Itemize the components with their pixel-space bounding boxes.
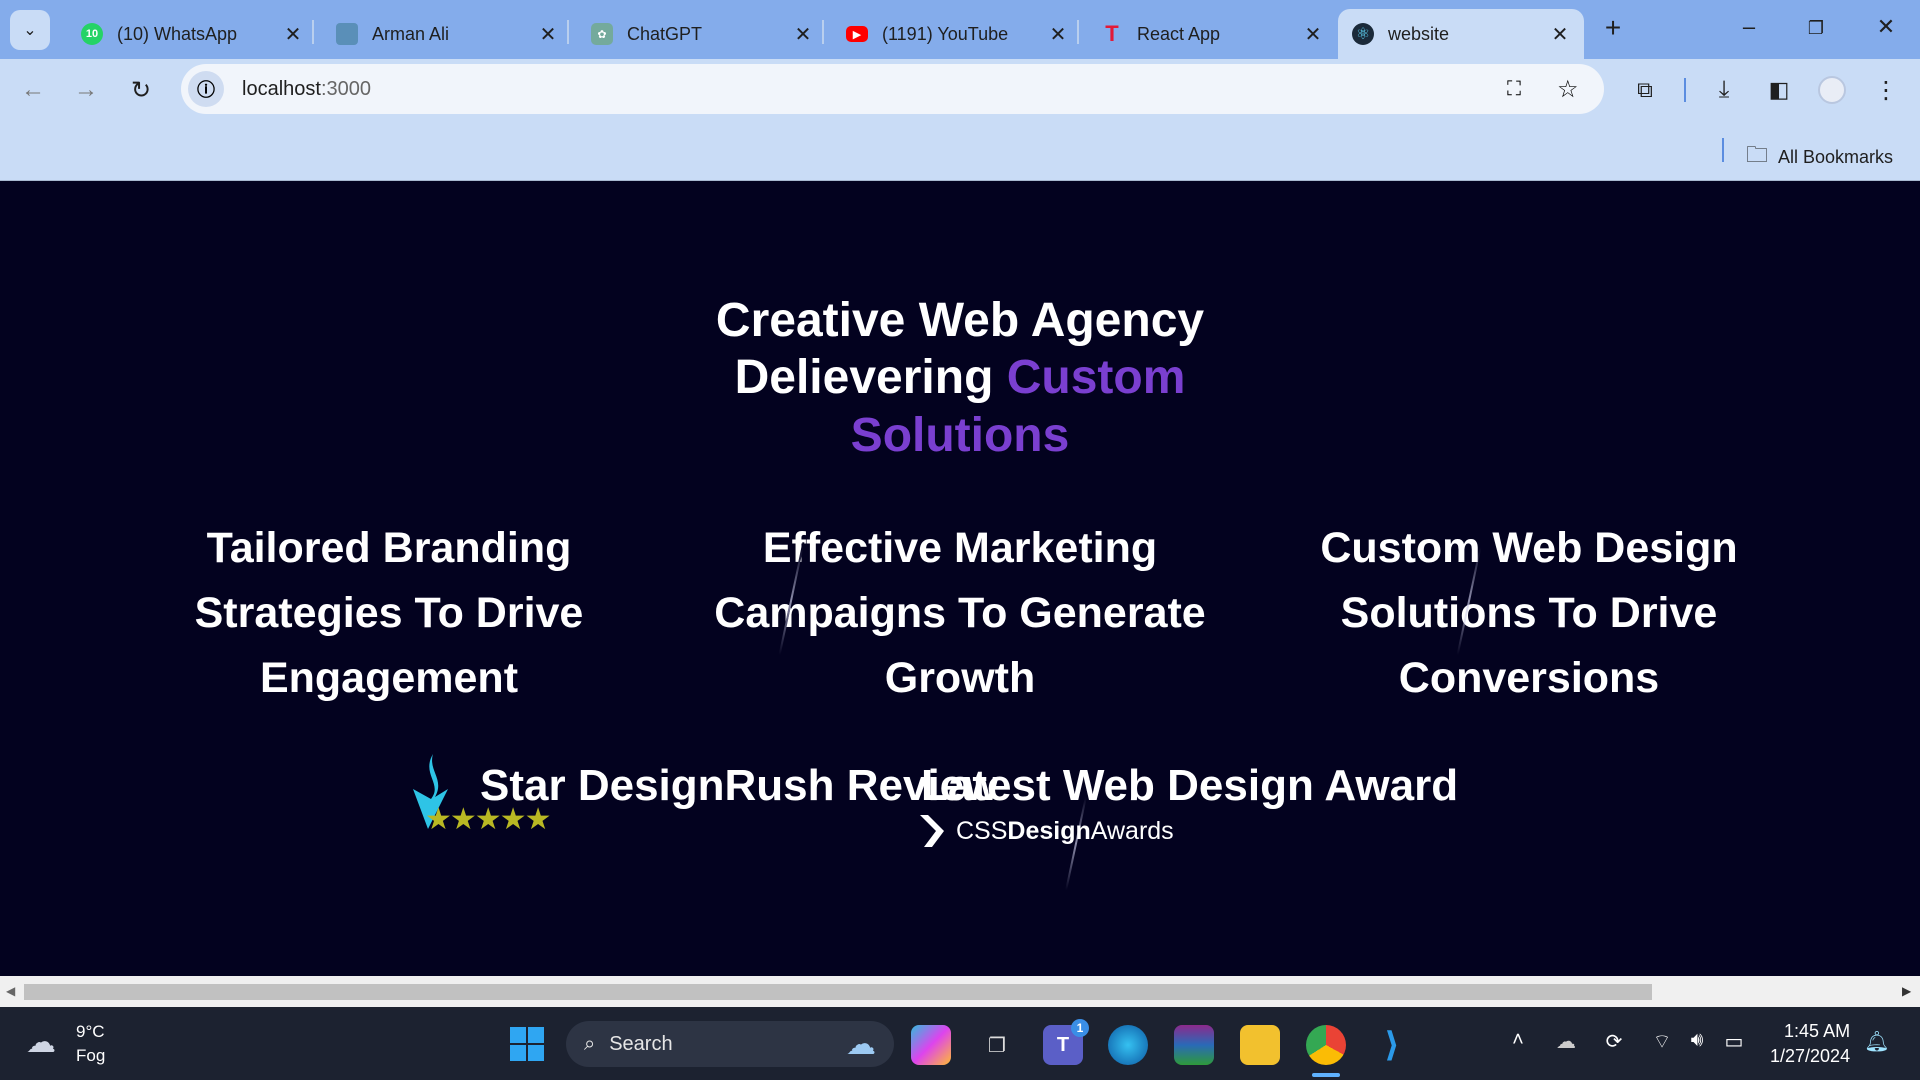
tab-chatgpt[interactable]: ✿ ChatGPT ✕ (577, 9, 827, 59)
close-tab-icon[interactable]: ✕ (283, 22, 303, 47)
close-window-button[interactable]: ✕ (1871, 14, 1901, 40)
teams-icon[interactable]: T1 (1043, 1019, 1089, 1065)
task-view-icon[interactable]: ❐ (977, 1025, 1017, 1065)
onedrive-error-icon[interactable]: ☁ (1551, 1029, 1581, 1054)
file-explorer-icon[interactable] (1240, 1025, 1280, 1065)
chrome-icon[interactable] (1306, 1025, 1346, 1065)
sync-icon[interactable]: ⟳ (1599, 1029, 1629, 1054)
cloud-icon: ☁ (846, 1027, 876, 1061)
tesla-icon: T (1105, 21, 1119, 46)
address-bar[interactable]: ⓘ localhost:3000 ⛶ ☆ (181, 64, 1604, 114)
webpage: Creative Web Agency Delievering Custom S… (0, 181, 1920, 976)
taskbar: ☁ 9°C Fog ⌕ Search ☁ ❐ T1 ⟩ ˄ ☁ ⟳ ⌔ 🔊︎ ▭ 1:… (0, 1007, 1920, 1080)
profile-avatar[interactable] (1815, 73, 1849, 107)
hero-title-line2: Delievering Custom (734, 351, 1186, 404)
close-tab-icon[interactable]: ✕ (1303, 22, 1323, 47)
close-tab-icon[interactable]: ✕ (538, 22, 558, 47)
bookmarks-bar: 🗀 All Bookmarks (0, 122, 1920, 181)
browser-toolbar: ← → ↻ ⓘ localhost:3000 ⛶ ☆ ⧉ ⤓ ◧ ⋮ (0, 59, 1920, 122)
chevron-down-icon: ⌄ (23, 22, 37, 39)
tab-arman-ali[interactable]: Arman Ali ✕ (322, 9, 572, 59)
weather-widget[interactable]: 9°C Fog (76, 1020, 105, 1068)
taskbar-search[interactable]: ⌕ Search ☁ (566, 1021, 894, 1067)
toolbar-divider (1684, 78, 1686, 102)
weather-fog-icon[interactable]: ☁ (26, 1025, 56, 1060)
forward-button[interactable]: → (69, 73, 103, 107)
scroll-left-arrow[interactable]: ◀ (6, 984, 15, 998)
react-icon: ⚛ (1352, 23, 1374, 45)
css-award-text: Latest Web Design Award (921, 761, 1459, 810)
active-app-indicator (1312, 1073, 1340, 1077)
battery-icon[interactable]: ▭ (1719, 1029, 1749, 1054)
scrollbar-thumb[interactable] (24, 984, 1652, 1000)
translate-icon[interactable]: ⛶ (1507, 78, 1521, 101)
menu-icon[interactable]: ⋮ (1869, 73, 1903, 107)
extensions-icon[interactable]: ⧉ (1628, 73, 1662, 107)
volume-icon[interactable]: 🔊︎ (1682, 1029, 1712, 1052)
service-branding: Tailored Branding Strategies To Drive Enga… (194, 524, 584, 702)
bookmark-star-icon[interactable]: ☆ (1557, 75, 1579, 104)
css-awards-chevron-icon (920, 815, 944, 847)
bookmarks-divider (1722, 138, 1724, 162)
tab-separator (312, 20, 314, 44)
close-tab-icon[interactable]: ✕ (1048, 22, 1068, 47)
clock[interactable]: 1:45 AM 1/27/2024 (1770, 1019, 1850, 1069)
service-web-design: Custom Web Design Solutions To Drive Conve… (1320, 524, 1738, 702)
url-text[interactable]: localhost:3000 (242, 78, 371, 101)
show-hidden-icons-button[interactable]: ˄ (1503, 1029, 1533, 1052)
side-panel-icon[interactable]: ◧ (1762, 73, 1796, 107)
tab-whatsapp[interactable]: 10 (10) WhatsApp ✕ (67, 9, 317, 59)
css-design-awards-logo: CSS Design Awards (912, 813, 1174, 849)
tab-separator (567, 20, 569, 44)
vscode-icon[interactable]: ⟩ (1372, 1025, 1412, 1065)
copilot-icon[interactable] (911, 1025, 951, 1065)
search-icon: ⌕ (584, 1032, 596, 1055)
wifi-icon[interactable]: ⌔ (1647, 1029, 1677, 1054)
edge-icon[interactable] (1108, 1025, 1148, 1065)
chatgpt-icon: ✿ (591, 23, 613, 45)
tab-separator (1077, 20, 1079, 44)
all-bookmarks-button[interactable]: 🗀 All Bookmarks (1746, 138, 1893, 176)
tab-website[interactable]: ⚛ website ✕ (1338, 9, 1584, 59)
youtube-icon: ▶ (846, 26, 868, 42)
tab-separator (822, 20, 824, 44)
scroll-right-arrow[interactable]: ▶ (1902, 984, 1911, 998)
tab-react-app[interactable]: T React App ✕ (1087, 9, 1337, 59)
folder-icon: 🗀 (1746, 142, 1769, 167)
tab-strip: ⌄ 10 (10) WhatsApp ✕ Arman Ali ✕ ✿ ChatGPT ✕ … (0, 0, 1920, 59)
start-button[interactable] (510, 1027, 544, 1061)
hero-title-line1: Creative Web Agency (715, 294, 1205, 347)
reload-button[interactable]: ↻ (124, 73, 158, 107)
hero-title-line3: Solutions (850, 409, 1070, 462)
winrar-icon[interactable] (1174, 1025, 1214, 1065)
back-button[interactable]: ← (16, 73, 50, 107)
restore-button[interactable]: ❐ (1801, 18, 1831, 39)
service-marketing: Effective Marketing Campaigns To Generate… (714, 524, 1206, 702)
notification-bell-icon[interactable]: 🔔︎ (1862, 1029, 1892, 1054)
close-tab-icon[interactable]: ✕ (1550, 22, 1570, 47)
minimize-button[interactable]: – (1734, 14, 1764, 40)
tab-search-button[interactable]: ⌄ (10, 10, 50, 50)
horizontal-scrollbar[interactable]: ◀ ▶ (0, 976, 1920, 1007)
download-icon[interactable]: ⤓ (1707, 73, 1741, 107)
site-info-icon[interactable]: ⓘ (188, 71, 224, 107)
close-tab-icon[interactable]: ✕ (793, 22, 813, 47)
new-tab-button[interactable]: + (1598, 12, 1628, 44)
avatar-icon (336, 23, 358, 45)
tab-youtube[interactable]: ▶ (1191) YouTube ✕ (832, 9, 1082, 59)
whatsapp-icon: 10 (81, 23, 103, 45)
